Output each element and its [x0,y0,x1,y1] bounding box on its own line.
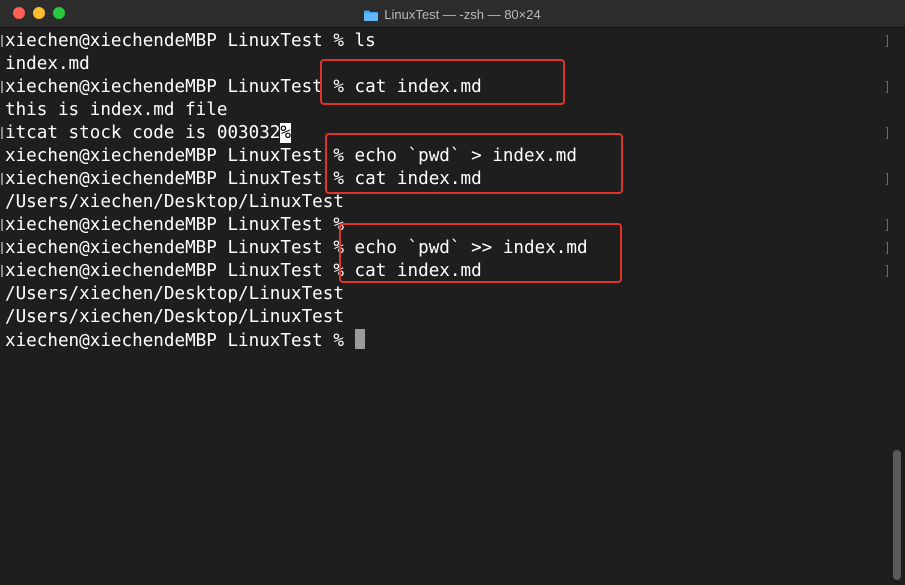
line-mark [1,265,3,277]
line-mark-right [886,219,888,231]
no-newline-marker: % [280,123,291,143]
line-mark [1,173,3,185]
terminal-line-text: itcat stock code is 003032 [5,123,281,143]
text-cursor [354,329,365,349]
annotation-box-cat [320,59,565,105]
annotation-box-overwrite [325,133,623,194]
terminal-window: LinuxTest — -zsh — 80×24 xiechen@xiechen… [0,0,905,585]
line-mark-right [886,242,888,254]
line-mark [1,242,3,254]
line-mark-right [886,35,888,47]
line-mark [1,35,3,47]
folder-icon [364,9,379,21]
title-bar[interactable]: LinuxTest — -zsh — 80×24 [0,0,905,28]
terminal-line: xiechen@xiechendeMBP LinuxTest % [5,215,344,235]
terminal-line: /Users/xiechen/Desktop/LinuxTest [5,307,344,327]
line-mark [1,127,3,139]
line-mark [1,81,3,93]
terminal-line: xiechen@xiechendeMBP LinuxTest % ls [5,31,376,51]
terminal-line: /Users/xiechen/Desktop/LinuxTest [5,284,344,304]
terminal-prompt-line: xiechen@xiechendeMBP LinuxTest % [5,329,365,352]
window-title-container: LinuxTest — -zsh — 80×24 [0,0,905,28]
terminal-line-partial: itcat stock code is 003032% [5,122,291,145]
terminal-line: this is index.md file [5,100,228,120]
scrollbar-thumb[interactable] [893,450,901,580]
line-mark-right [886,173,888,185]
terminal-output[interactable]: xiechen@xiechendeMBP LinuxTest % ls inde… [0,28,888,585]
terminal-prompt: xiechen@xiechendeMBP LinuxTest % [5,331,355,351]
line-mark-right [886,127,888,139]
window-title: LinuxTest — -zsh — 80×24 [384,6,541,22]
line-mark-right [886,81,888,93]
terminal-line: index.md [5,54,90,74]
annotation-box-append [339,223,622,283]
line-mark-right [886,265,888,277]
terminal-line: /Users/xiechen/Desktop/LinuxTest [5,192,344,212]
line-mark [1,219,3,231]
